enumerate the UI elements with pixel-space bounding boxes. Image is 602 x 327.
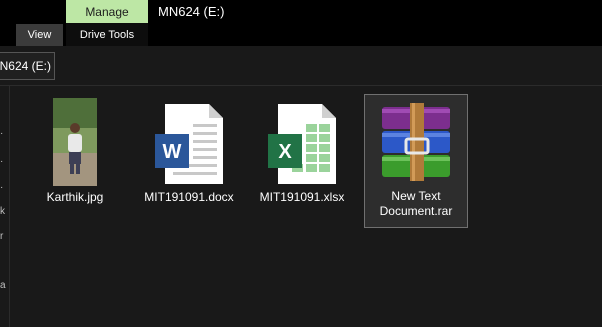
file-item-docx[interactable]: W MIT191091.docx	[137, 86, 241, 218]
file-name: MIT191091.xlsx	[259, 190, 345, 204]
window-title: MN624 (E:)	[158, 4, 225, 19]
svg-text:X: X	[278, 141, 292, 163]
file-item-xlsx[interactable]: X MIT191091.xlsx	[250, 86, 354, 218]
winrar-archive-icon	[376, 101, 456, 185]
excel-document-icon: X	[262, 102, 342, 186]
file-item-karthik-jpg[interactable]: Karthik.jpg	[23, 86, 127, 218]
nav-fragment: ·	[0, 156, 4, 167]
nav-fragment: ·	[0, 182, 4, 193]
tab-drive-tools[interactable]: Drive Tools	[66, 23, 148, 46]
tab-view[interactable]: View	[16, 24, 63, 46]
navigation-pane[interactable]: · · · k r a	[0, 86, 10, 327]
svg-text:W: W	[163, 141, 182, 163]
address-bar: MN624 (E:)	[0, 52, 602, 82]
nav-fragment: a	[0, 280, 6, 291]
word-document-icon: W	[149, 102, 229, 186]
image-thumbnail-icon	[53, 98, 97, 186]
address-path[interactable]: MN624 (E:)	[0, 52, 55, 80]
file-name: MIT191091.docx	[144, 190, 234, 204]
file-list: Karthik.jpg W MIT191091.docx X MIT191091…	[10, 86, 602, 327]
tab-manage[interactable]: Manage	[66, 0, 148, 23]
nav-fragment: k	[0, 206, 5, 217]
nav-fragment: r	[0, 231, 4, 242]
file-name: Karthik.jpg	[46, 190, 104, 204]
nav-fragment: ·	[0, 128, 4, 139]
file-item-rar[interactable]: New Text Document.rar	[364, 94, 468, 228]
ribbon-bar: Manage MN624 (E:) View Drive Tools	[0, 0, 602, 46]
file-name: New Text Document.rar	[379, 189, 453, 218]
